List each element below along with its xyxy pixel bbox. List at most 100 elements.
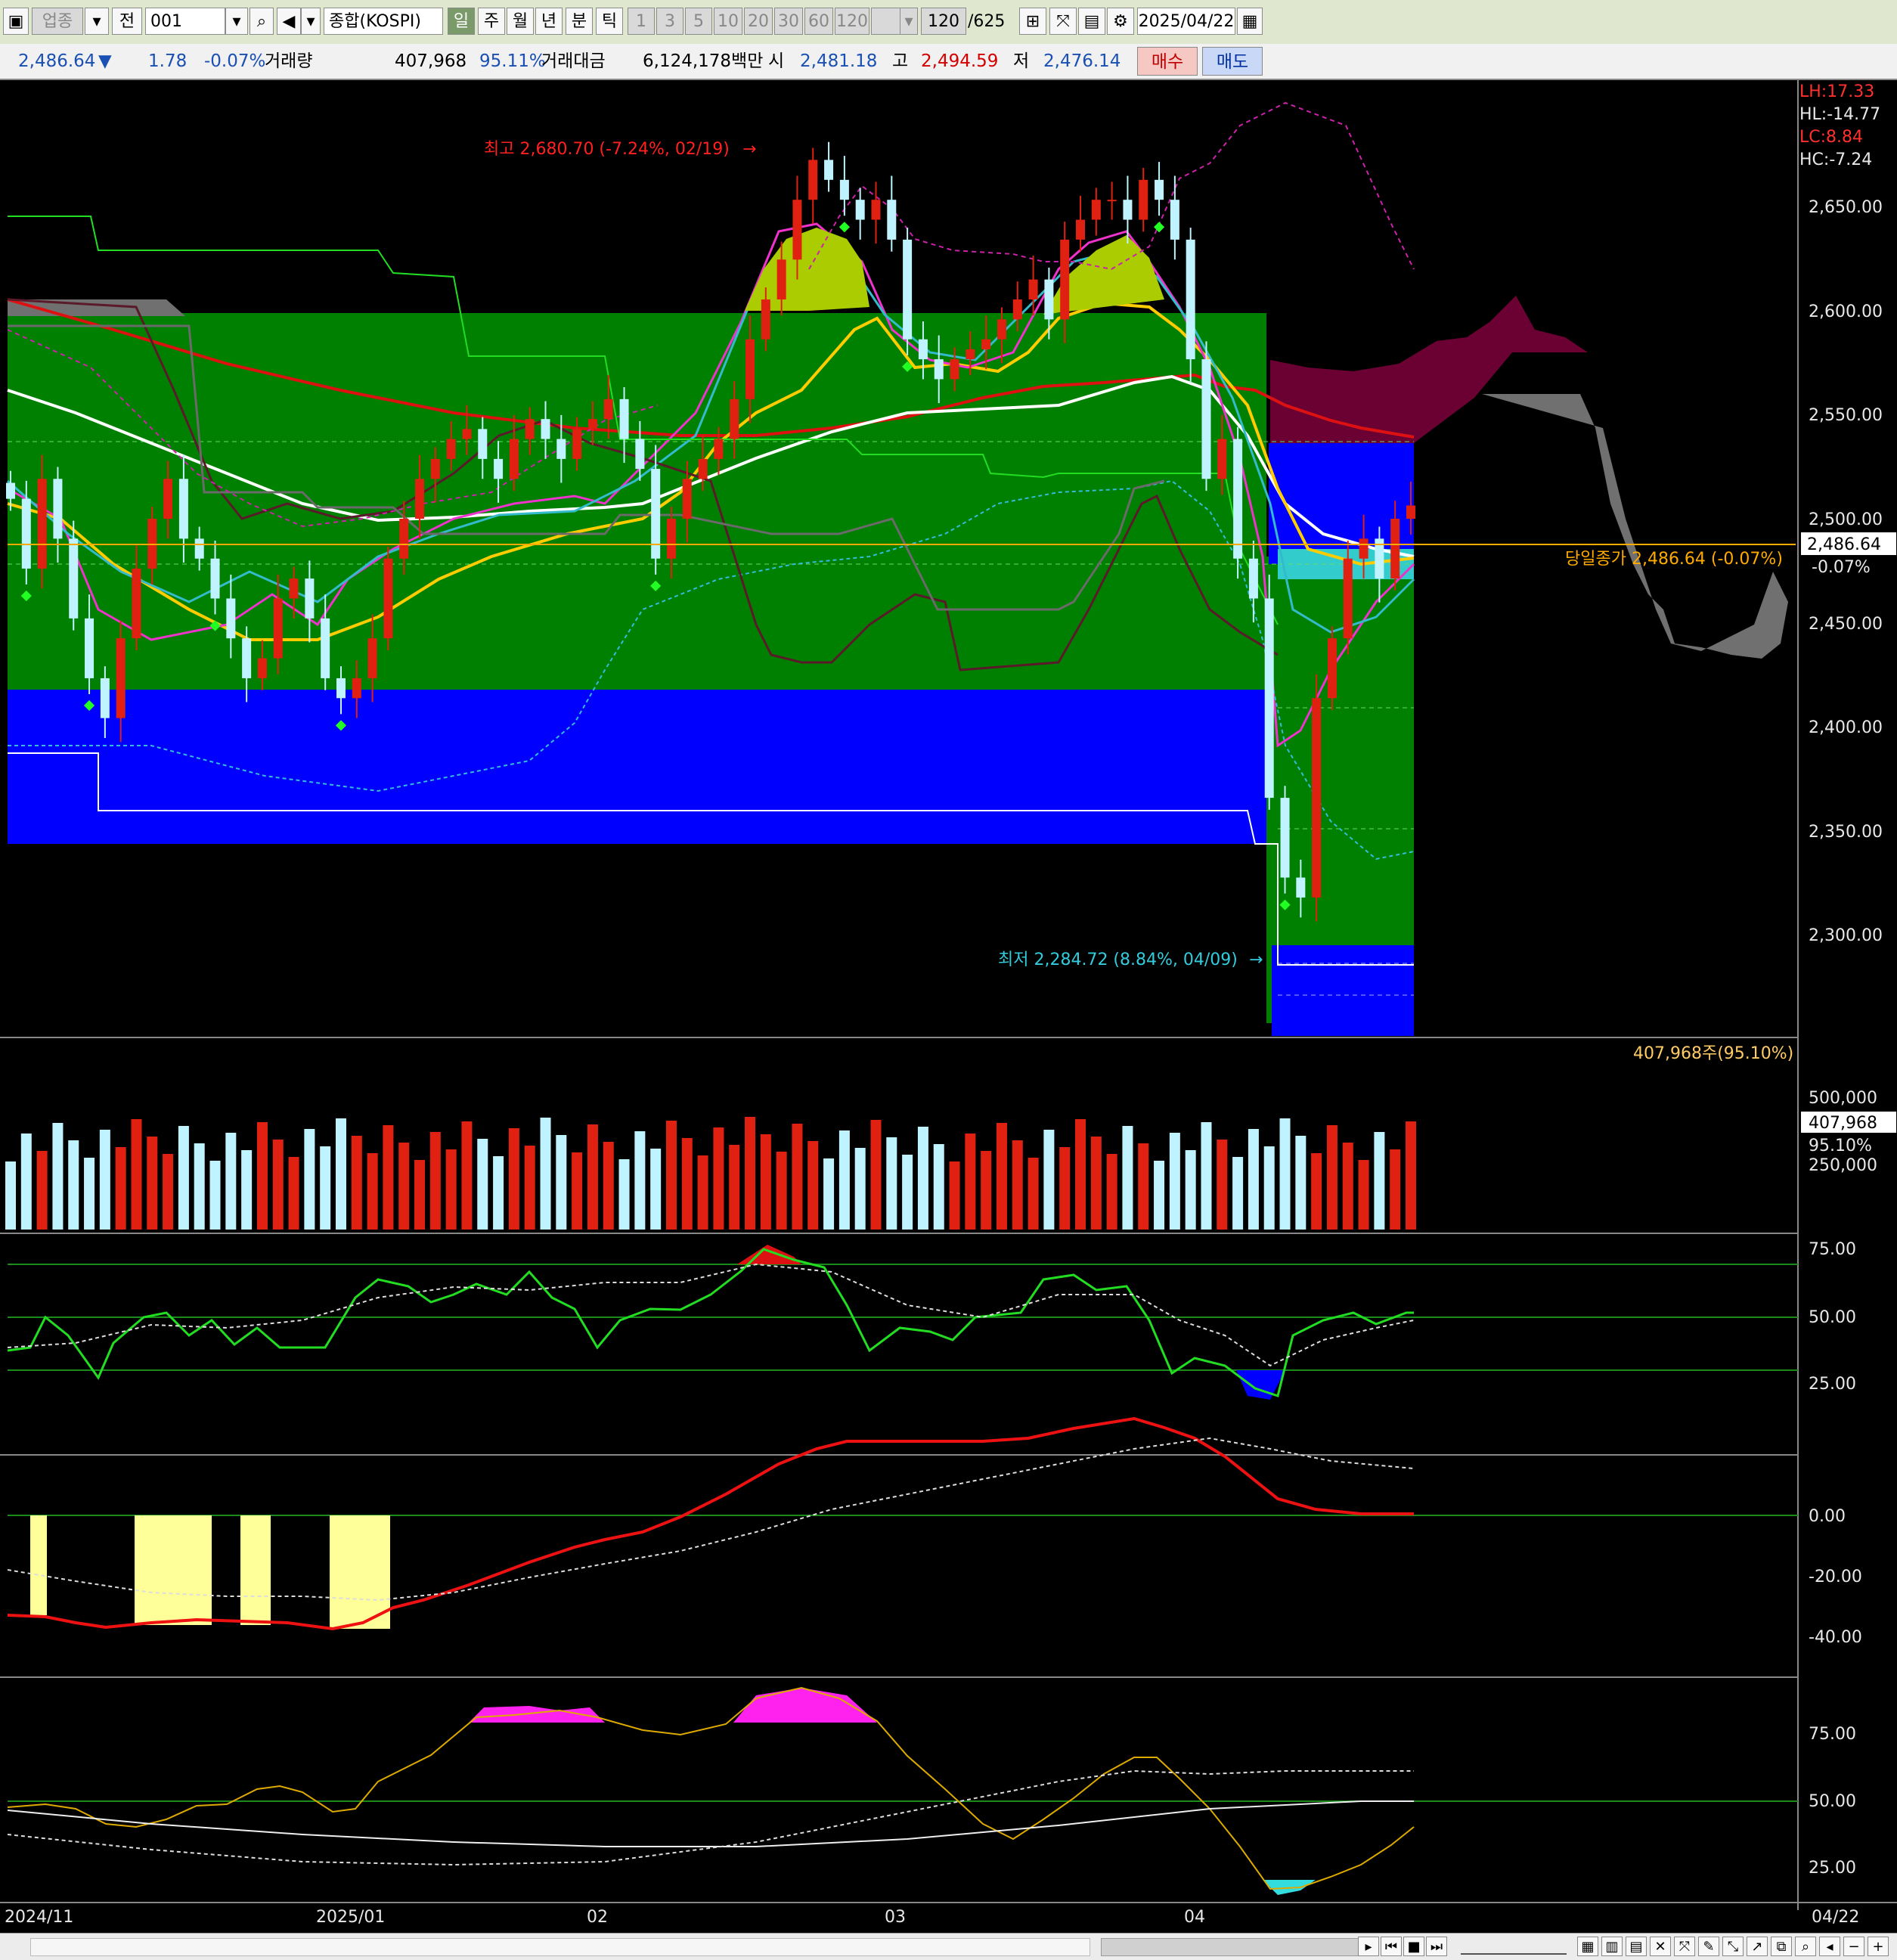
- interval-20[interactable]: 20: [744, 8, 773, 35]
- volume-bar: [351, 1136, 362, 1230]
- candle-body: [792, 200, 802, 260]
- interval-60[interactable]: 60: [804, 8, 833, 35]
- zoom-out-icon[interactable]: −: [1843, 1937, 1864, 1956]
- trend-icon[interactable]: ⤧: [1674, 1937, 1695, 1956]
- buy-button[interactable]: 매수: [1137, 47, 1198, 76]
- x-axis-label: 02: [587, 1908, 608, 1927]
- volume-bar: [477, 1139, 488, 1230]
- save-icon[interactable]: ▤: [1078, 8, 1105, 35]
- volume-bar: [1075, 1119, 1086, 1230]
- volume-bar: [1295, 1136, 1307, 1230]
- interval-1[interactable]: 1: [628, 8, 655, 35]
- interval-3[interactable]: 3: [656, 8, 683, 35]
- volume-bar: [5, 1161, 16, 1230]
- tab-yearly[interactable]: 년: [535, 8, 563, 35]
- volume-axis-label: 250,000: [1809, 1156, 1877, 1175]
- code-input[interactable]: 001: [145, 8, 225, 35]
- tab-monthly[interactable]: 월: [507, 8, 534, 35]
- ind2-bar: [30, 1515, 47, 1615]
- volume-bar: [1358, 1160, 1369, 1230]
- tool-icon[interactable]: ↗: [1747, 1937, 1768, 1956]
- ichimoku-blue-zone-low: [1272, 945, 1414, 1036]
- chart-add-icon[interactable]: ⊞: [1019, 8, 1046, 35]
- interval-30[interactable]: 30: [774, 8, 803, 35]
- layout-icon[interactable]: ▥: [1601, 1937, 1623, 1956]
- grid-icon[interactable]: ▤: [1626, 1937, 1647, 1956]
- zoom-in-icon[interactable]: +: [1868, 1937, 1889, 1956]
- candle-body: [808, 160, 818, 200]
- candle-body: [745, 339, 755, 399]
- volume-bar: [618, 1159, 630, 1230]
- volume-bar: [398, 1143, 410, 1230]
- candle-body: [1390, 519, 1400, 579]
- tab-daily[interactable]: 일: [448, 8, 475, 35]
- count-input[interactable]: 120: [921, 8, 966, 35]
- zoom-icon[interactable]: ⌕: [1795, 1937, 1816, 1956]
- sell-button[interactable]: 매도: [1202, 47, 1263, 76]
- search-icon[interactable]: ⌕: [250, 8, 274, 35]
- tab-minute[interactable]: 분: [566, 8, 593, 35]
- scroll-right-icon[interactable]: ▸: [1358, 1937, 1379, 1956]
- zoom-slider[interactable]: [1461, 1940, 1567, 1955]
- tab-weekly[interactable]: 주: [478, 8, 505, 35]
- speaker-icon[interactable]: ◀: [277, 8, 301, 35]
- candle-body: [1312, 698, 1322, 898]
- stat-hc: HC:-7.24: [1799, 150, 1872, 169]
- candle-body: [494, 458, 504, 479]
- settings-gear-icon[interactable]: ⚙: [1107, 8, 1134, 35]
- interval-dropdown-icon[interactable]: ▾: [900, 8, 918, 35]
- volume-bar: [445, 1149, 457, 1230]
- candle-body: [682, 479, 692, 519]
- volume-bar: [1406, 1121, 1416, 1230]
- interval-120[interactable]: 120: [835, 8, 869, 35]
- x-axis-label: 2025/01: [316, 1908, 385, 1927]
- candle-body: [1201, 359, 1211, 479]
- copy-icon[interactable]: ⧉: [1771, 1937, 1792, 1956]
- horizontal-scrollbar-thumb[interactable]: [1101, 1938, 1375, 1956]
- calendar-icon[interactable]: ▦: [1237, 8, 1263, 35]
- price-axis-label: 2,600.00: [1809, 302, 1883, 321]
- market-dropdown-icon[interactable]: ▾: [85, 8, 109, 35]
- volume-bar: [304, 1129, 315, 1230]
- horizontal-scrollbar-track[interactable]: [30, 1938, 1090, 1956]
- prev-icon[interactable]: ◂: [1819, 1937, 1840, 1956]
- volume-bar: [429, 1132, 441, 1230]
- volume-bar: [147, 1137, 158, 1230]
- interval-5[interactable]: 5: [685, 8, 712, 35]
- market-select[interactable]: 업종: [32, 8, 83, 35]
- tab-tick[interactable]: 틱: [596, 8, 623, 35]
- volume-bar: [52, 1123, 64, 1230]
- stop-icon[interactable]: ■: [1403, 1937, 1424, 1956]
- stock-chart[interactable]: 최고 2,680.70 (-7.24%, 02/19) → 최저 2,284.7…: [0, 80, 1897, 1933]
- trend-icon[interactable]: ⤧: [1049, 8, 1077, 35]
- code-dropdown-icon[interactable]: ▾: [225, 8, 248, 35]
- volume-bar: [603, 1142, 614, 1230]
- bottom-scroll-bar: ▸ ⏮ ■ ⏭ ▦ ▥ ▤ ✕ ⤧ ✎ ⤡ ↗ ⧉ ⌕ ◂ − +: [0, 1933, 1897, 1960]
- volume-bar: [760, 1134, 771, 1230]
- price-axis-label: 2,500.00: [1809, 510, 1883, 529]
- window-menu-icon[interactable]: ▣: [3, 8, 29, 35]
- high-annotation: 최고 2,680.70 (-7.24%, 02/19): [484, 140, 730, 159]
- volume-bar: [902, 1155, 913, 1230]
- draw-icon[interactable]: ✎: [1698, 1937, 1719, 1956]
- volume-axis-label: 500,000: [1809, 1089, 1877, 1108]
- first-page-icon[interactable]: ⏮: [1381, 1937, 1402, 1956]
- stat-hl: HL:-14.77: [1799, 105, 1880, 124]
- candle-body: [1076, 219, 1086, 240]
- price-axis-label: 2,450.00: [1809, 615, 1883, 634]
- candle-body: [1012, 299, 1022, 320]
- date-input[interactable]: 2025/04/22: [1137, 8, 1235, 35]
- layout-icon[interactable]: ▦: [1577, 1937, 1598, 1956]
- candle-body: [6, 482, 15, 499]
- crosshair-icon[interactable]: ✕: [1650, 1937, 1671, 1956]
- last-page-icon[interactable]: ⏭: [1426, 1937, 1447, 1956]
- prev-button[interactable]: 전: [112, 8, 142, 35]
- speaker-dropdown-icon[interactable]: ▾: [301, 8, 321, 35]
- volume-label: 거래량: [265, 51, 313, 71]
- tool-icon[interactable]: ⤡: [1722, 1937, 1744, 1956]
- candle-body: [53, 479, 63, 539]
- volume-bar: [178, 1126, 189, 1230]
- interval-10[interactable]: 10: [714, 8, 742, 35]
- volume-bar: [36, 1151, 48, 1230]
- candle-body: [147, 519, 157, 569]
